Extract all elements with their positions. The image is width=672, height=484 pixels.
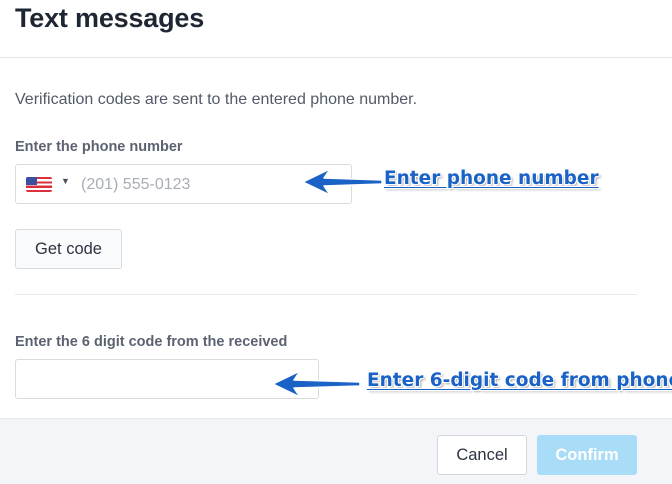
us-flag-icon[interactable] (26, 177, 52, 192)
annotation-arrow-icon (272, 370, 361, 398)
dialog-title: Text messages (15, 3, 205, 33)
annotation-code-hint: Enter 6-digit code from phone (367, 370, 672, 391)
chevron-down-icon[interactable]: ▼ (61, 176, 70, 186)
annotation-arrow-icon (302, 168, 383, 196)
annotation-phone-hint: Enter phone number (384, 168, 599, 189)
section-divider (15, 294, 637, 295)
confirm-button[interactable]: Confirm (537, 435, 637, 475)
get-code-button[interactable]: Get code (15, 229, 122, 269)
phone-number-input[interactable] (81, 174, 336, 196)
cancel-button[interactable]: Cancel (437, 435, 527, 475)
dialog-footer: Cancel Confirm (0, 418, 672, 484)
phone-number-label: Enter the phone number (15, 139, 183, 155)
verification-code-label: Enter the 6 digit code from the received (15, 334, 288, 350)
dialog-header: Text messages (0, 0, 672, 58)
dialog-description: Verification codes are sent to the enter… (15, 91, 418, 108)
